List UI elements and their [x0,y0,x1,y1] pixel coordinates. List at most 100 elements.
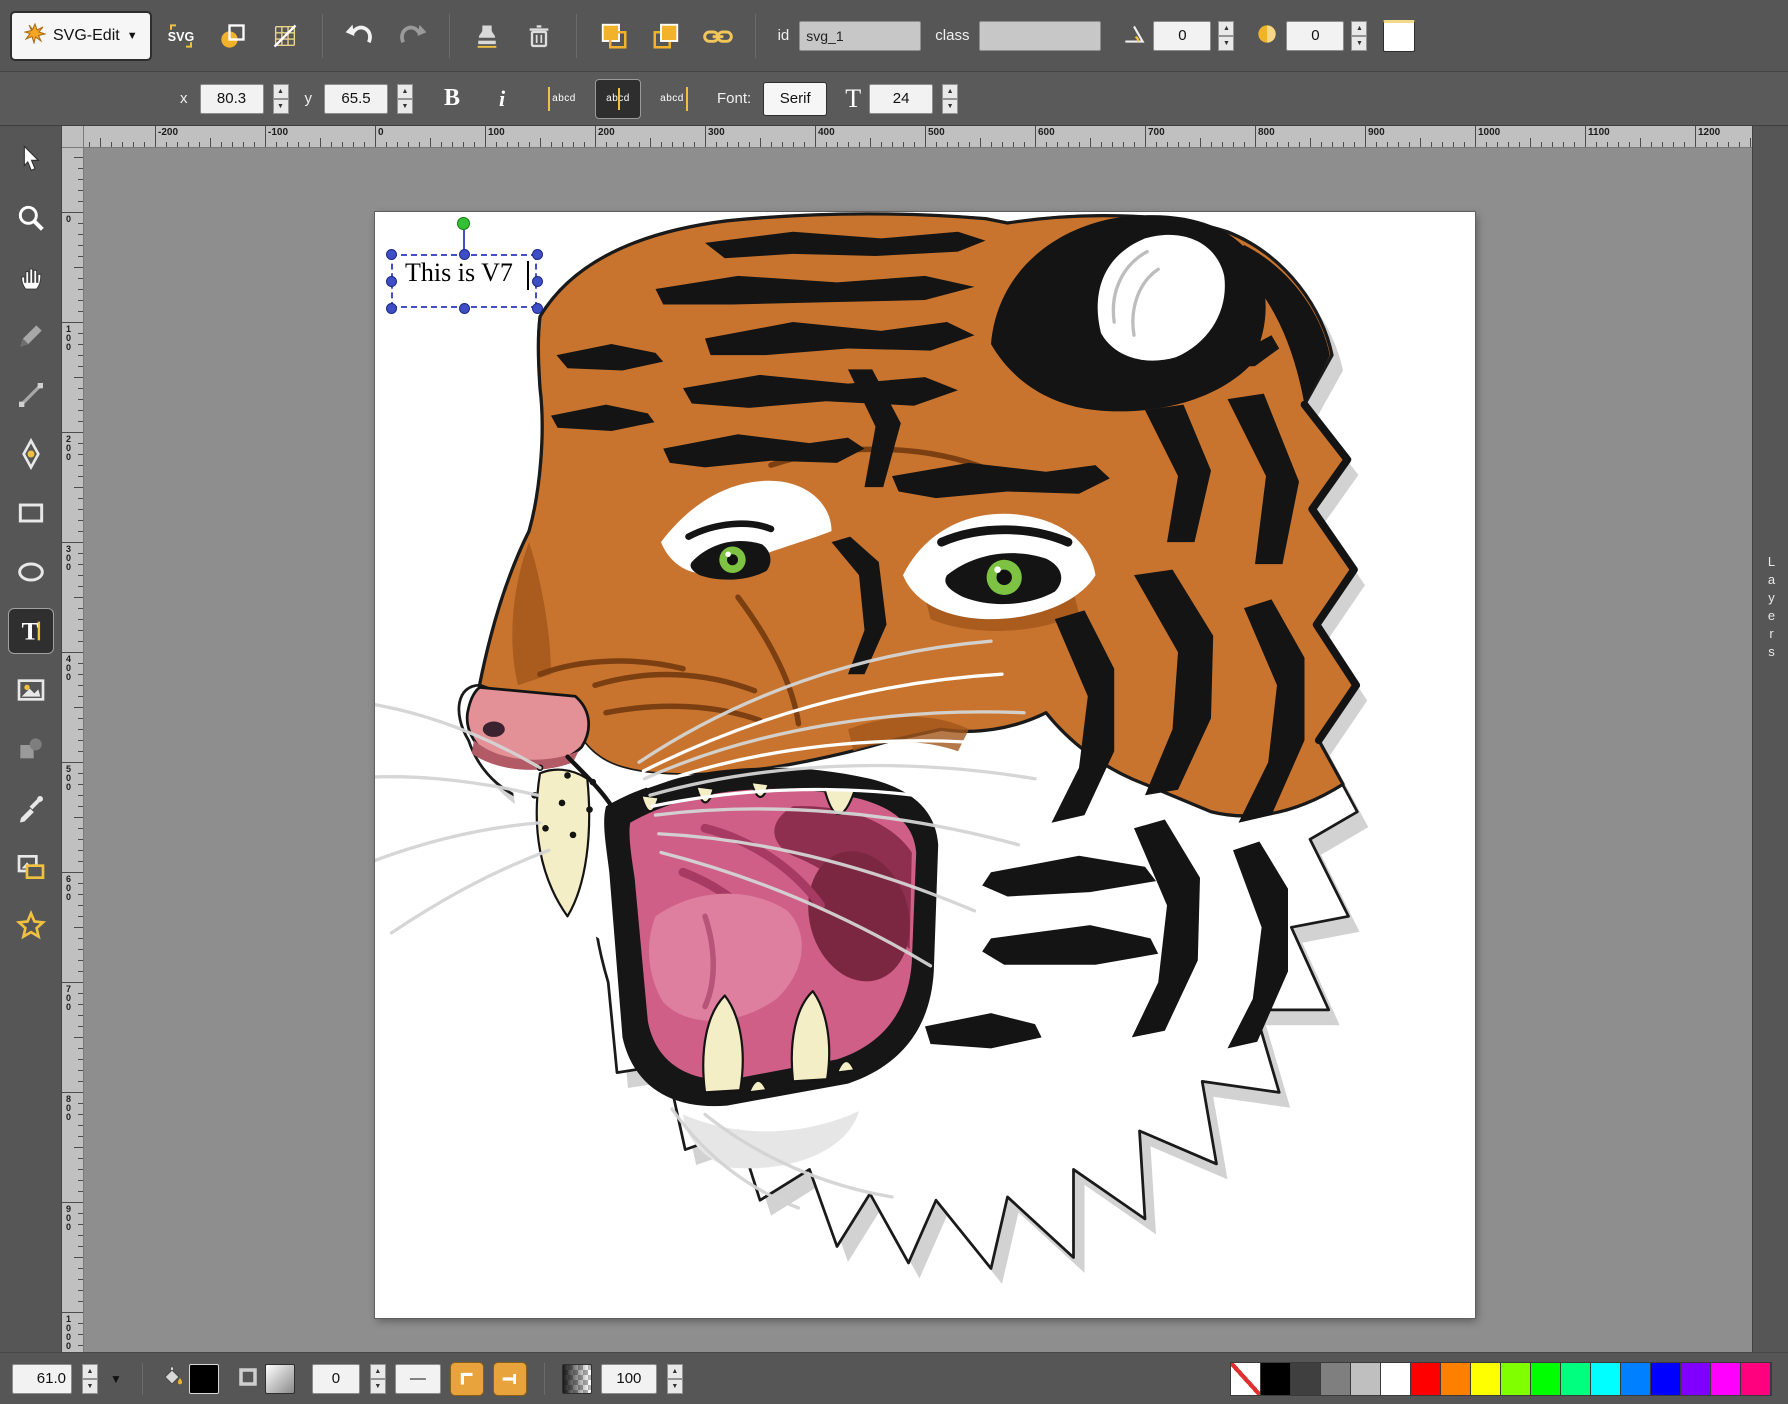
palette-swatch[interactable] [1411,1363,1441,1395]
opacity-input[interactable] [601,1364,657,1394]
selection-handle-se[interactable] [532,303,543,314]
italic-button[interactable]: i [481,78,523,120]
palette-swatch[interactable] [1681,1363,1711,1395]
palette-swatch[interactable] [1291,1363,1321,1395]
tool-shapelib[interactable] [8,726,54,772]
y-coordinate-input[interactable] [324,84,388,114]
element-class-input[interactable] [979,21,1101,51]
tool-pan[interactable] [8,254,54,300]
redo-button[interactable] [389,13,435,59]
angle-input[interactable] [1153,21,1211,51]
ruler-tick [1310,138,1311,147]
selection-handle-e[interactable] [532,276,543,287]
ruler-tick [62,432,83,433]
stroke-dash-select[interactable]: — [395,1364,441,1394]
palette-swatch[interactable] [1651,1363,1681,1395]
palette-swatch[interactable] [1561,1363,1591,1395]
ruler-tick [1387,142,1388,147]
stroke-width-input[interactable] [312,1364,360,1394]
palette-swatch[interactable] [1741,1363,1771,1395]
tool-select[interactable] [8,136,54,182]
palette-swatch[interactable] [1501,1363,1531,1395]
background-color-swatch[interactable] [1383,20,1415,52]
grid-button[interactable] [262,13,308,59]
palette-swatch[interactable] [1231,1363,1261,1395]
selection-handle-n[interactable] [459,249,470,260]
selection-handle-nw[interactable] [386,249,397,260]
palette-swatch[interactable] [1471,1363,1501,1395]
wireframe-button[interactable] [210,13,256,59]
angle-stepper[interactable]: ▲▼ [1218,21,1234,51]
source-editor-button[interactable]: SVG [158,13,204,59]
stroke-width-stepper[interactable]: ▲▼ [370,1364,386,1394]
linecap-button[interactable] [493,1362,527,1396]
link-button[interactable] [695,13,741,59]
tool-zoom[interactable] [8,195,54,241]
ruler-tick [78,168,83,169]
x-stepper[interactable]: ▲▼ [273,84,289,114]
move-to-top-button[interactable] [643,13,689,59]
palette-swatch[interactable] [1621,1363,1651,1395]
font-family-button[interactable]: Serif [763,82,827,116]
tool-palette: T [0,126,62,1352]
tool-text[interactable]: T [8,608,54,654]
undo-button[interactable] [337,13,383,59]
selection-handle-sw[interactable] [386,303,397,314]
stroke-color-swatch[interactable] [265,1364,295,1394]
font-size-stepper[interactable]: ▲▼ [942,84,958,114]
fill-color-swatch[interactable] [189,1364,219,1394]
palette-swatch[interactable] [1531,1363,1561,1395]
ruler-tick [62,1312,83,1313]
blur-stepper[interactable]: ▲▼ [1351,21,1367,51]
tool-path[interactable] [8,431,54,477]
palette-swatch[interactable] [1321,1363,1351,1395]
linejoin-button[interactable] [450,1362,484,1396]
tool-line[interactable] [8,372,54,418]
main-menu-button[interactable]: SVG-Edit ▼ [10,11,152,61]
layers-panel-tab[interactable]: Layers [1752,126,1788,1352]
selection-handle-ne[interactable] [532,249,543,260]
y-stepper[interactable]: ▲▼ [397,84,413,114]
palette-swatch[interactable] [1351,1363,1381,1395]
vertical-ruler: 01002003004005006007008009001000 [62,148,84,1352]
rotate-handle[interactable] [457,217,470,230]
selection-handle-w[interactable] [386,276,397,287]
opacity-stepper[interactable]: ▲▼ [667,1364,683,1394]
text-anchor-middle-button[interactable]: abcd [595,79,641,119]
text-anchor-end-button[interactable]: abcd [649,79,695,119]
blur-input[interactable] [1286,21,1344,51]
text-anchor-start-button[interactable]: abcd [541,79,587,119]
zoom-stepper[interactable]: ▲▼ [82,1364,98,1394]
palette-swatch[interactable] [1261,1363,1291,1395]
ruler-tick [1442,142,1443,147]
tool-pencil[interactable] [8,313,54,359]
tool-ellipse[interactable] [8,549,54,595]
palette-swatch[interactable] [1381,1363,1411,1395]
tool-image[interactable] [8,667,54,713]
tool-eyedropper[interactable] [8,785,54,831]
tool-library[interactable] [8,844,54,890]
palette-swatch[interactable] [1711,1363,1741,1395]
tool-star[interactable] [8,903,54,949]
bold-button[interactable]: B [431,78,473,120]
ruler-tick [1728,142,1729,147]
font-size-input[interactable] [869,84,933,114]
zoom-input[interactable] [12,1364,72,1394]
selection-handle-s[interactable] [459,303,470,314]
palette-swatch[interactable] [1591,1363,1621,1395]
clone-button[interactable] [464,13,510,59]
ruler-tick [78,1070,83,1071]
zoom-dropdown-button[interactable]: ▼ [107,1372,125,1386]
svg-canvas[interactable]: This is V7 [375,212,1475,1318]
ruler-tick [1035,126,1036,147]
move-to-bottom-button[interactable] [591,13,637,59]
ruler-tick [947,142,948,147]
palette-swatch[interactable] [1441,1363,1471,1395]
element-id-input[interactable] [799,21,921,51]
canvas-area[interactable]: This is V7 [84,148,1752,1352]
opacity-gradient-swatch[interactable] [562,1364,592,1394]
tool-rect[interactable] [8,490,54,536]
x-coordinate-input[interactable] [200,84,264,114]
delete-button[interactable] [516,13,562,59]
source-icon: SVG [166,21,196,51]
